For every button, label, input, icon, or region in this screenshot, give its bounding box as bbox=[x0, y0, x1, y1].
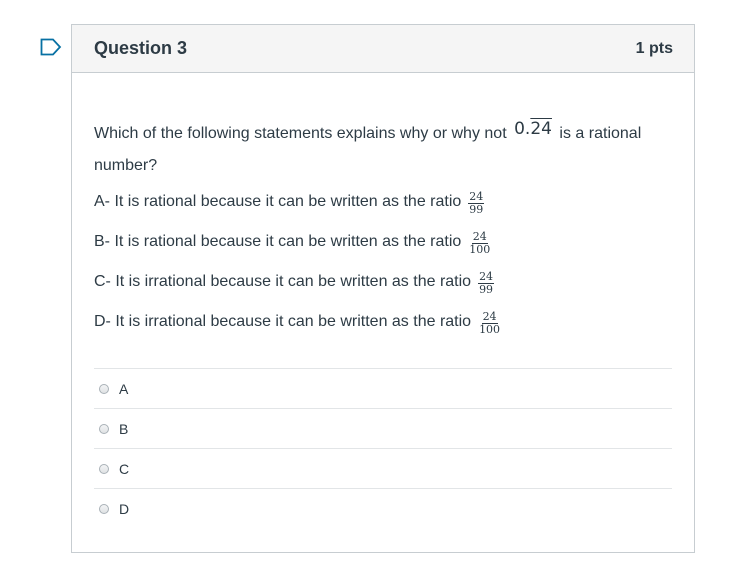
statement-text: A- It is rational because it can be writ… bbox=[94, 193, 462, 210]
statement-d: D- It is irrational because it can be wr… bbox=[94, 302, 672, 342]
answer-label[interactable]: D bbox=[119, 501, 129, 517]
radio-button[interactable] bbox=[99, 383, 109, 394]
question-header: Question 3 1 pts bbox=[72, 25, 694, 73]
statement-b: B- It is rational because it can be writ… bbox=[94, 222, 672, 262]
statement-text: B- It is rational because it can be writ… bbox=[94, 233, 462, 250]
fraction: 24 100 bbox=[478, 309, 501, 336]
answer-option-a[interactable]: A bbox=[94, 369, 672, 409]
fraction-denominator: 100 bbox=[469, 242, 491, 256]
question-title: Question 3 bbox=[94, 38, 188, 58]
fraction-denominator: 99 bbox=[469, 202, 484, 216]
fraction-numerator: 24 bbox=[468, 189, 485, 204]
repeating-decimal: 0.24 bbox=[514, 119, 552, 139]
repeating-decimal-digits: 24 bbox=[530, 119, 552, 139]
statement-a: A- It is rational because it can be writ… bbox=[94, 182, 672, 222]
fraction-numerator: 24 bbox=[478, 269, 495, 284]
fraction-denominator: 100 bbox=[479, 322, 501, 336]
fraction: 24 99 bbox=[468, 189, 485, 216]
answer-option-b[interactable]: B bbox=[94, 409, 672, 449]
statement-text: D- It is irrational because it can be wr… bbox=[94, 313, 472, 330]
fraction-numerator: 24 bbox=[481, 309, 498, 324]
radio-button[interactable] bbox=[99, 503, 109, 514]
fraction-denominator: 99 bbox=[479, 282, 494, 296]
answer-label[interactable]: C bbox=[119, 461, 129, 477]
fraction: 24 99 bbox=[478, 269, 495, 296]
statement-text: C- It is irrational because it can be wr… bbox=[94, 273, 472, 290]
question-points: 1 pts bbox=[635, 39, 673, 57]
answer-option-c[interactable]: C bbox=[94, 449, 672, 489]
fraction-numerator: 24 bbox=[471, 229, 488, 244]
radio-button[interactable] bbox=[99, 423, 109, 434]
answer-label[interactable]: B bbox=[119, 421, 128, 437]
question-card: Question 3 1 pts Which of the following … bbox=[71, 24, 695, 553]
answer-list: A B C D bbox=[94, 368, 672, 528]
statement-c: C- It is irrational because it can be wr… bbox=[94, 262, 672, 302]
question-body: Which of the following statements explai… bbox=[72, 117, 694, 528]
answer-label[interactable]: A bbox=[119, 381, 128, 397]
question-prompt: Which of the following statements explai… bbox=[94, 117, 672, 182]
prompt-text-before: Which of the following statements explai… bbox=[94, 125, 507, 142]
repeating-decimal-prefix: 0. bbox=[514, 119, 531, 139]
answer-option-d[interactable]: D bbox=[94, 489, 672, 528]
fraction: 24 100 bbox=[468, 229, 491, 256]
bookmark-flag-icon[interactable] bbox=[40, 38, 62, 56]
radio-button[interactable] bbox=[99, 463, 109, 474]
